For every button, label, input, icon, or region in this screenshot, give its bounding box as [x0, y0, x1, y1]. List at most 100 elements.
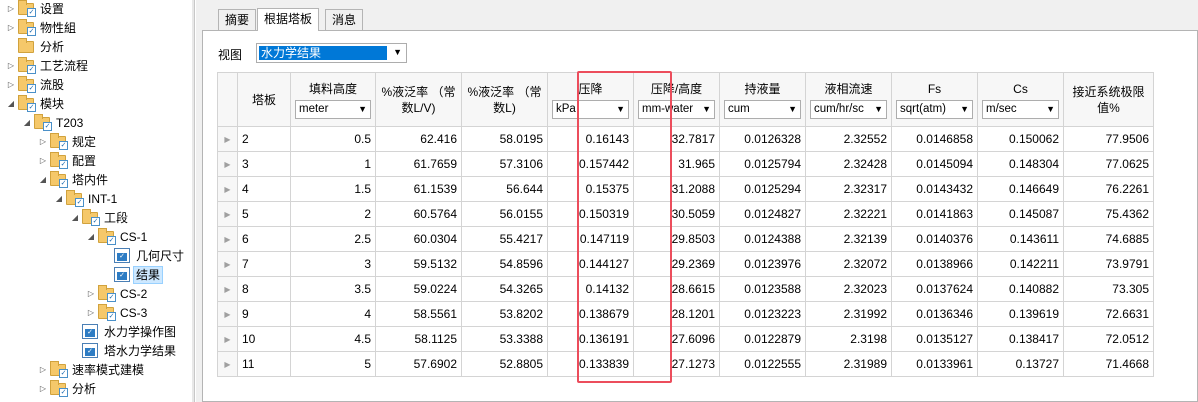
value-cell[interactable]: 0.136191 — [547, 326, 634, 352]
value-cell[interactable]: 0.0137624 — [891, 276, 978, 302]
value-cell[interactable]: 0.139619 — [977, 301, 1064, 327]
value-cell[interactable]: 73.305 — [1063, 276, 1154, 302]
expander-icon[interactable]: ▷ — [84, 306, 98, 320]
row-selector-icon[interactable]: ▶ — [217, 201, 238, 227]
unit-select[interactable]: cum/hr/sc ▼ — [810, 99, 887, 119]
table-row[interactable]: ▶ 4 1.5 61.1539 56.644 0.15375 31.2088 0.012529… — [217, 176, 1154, 202]
value-cell[interactable]: 57.6902 — [375, 351, 462, 377]
tree-item[interactable]: ◢ ✓ CS-1 — [84, 227, 150, 246]
row-selector-icon[interactable]: ▶ — [217, 326, 238, 352]
value-cell[interactable]: 4.5 — [290, 326, 376, 352]
tree-item[interactable]: ▷ ✓ 物性組 — [4, 18, 79, 37]
value-cell[interactable]: 0.15375 — [547, 176, 634, 202]
value-cell[interactable]: 0.0133961 — [891, 351, 978, 377]
tree-item[interactable]: ◢ ✓ INT-1 — [52, 189, 120, 208]
value-cell[interactable]: 2.31989 — [805, 351, 892, 377]
value-cell[interactable]: 0.146649 — [977, 176, 1064, 202]
table-row[interactable]: ▶ 3 1 61.7659 57.3106 0.157442 31.965 0.0125794… — [217, 151, 1154, 177]
value-cell[interactable]: 0.140882 — [977, 276, 1064, 302]
value-cell[interactable]: 72.6631 — [1063, 301, 1154, 327]
value-cell[interactable]: 2.31992 — [805, 301, 892, 327]
column-header[interactable]: 填料高度 meter ▼ — [290, 72, 376, 127]
tree-item[interactable]: 分析 — [4, 37, 67, 56]
value-cell[interactable]: 59.5132 — [375, 251, 462, 277]
table-row[interactable]: ▶ 7 3 59.5132 54.8596 0.144127 29.2369 0.012397… — [217, 251, 1154, 277]
tree-item[interactable]: ✓ 塔水力学结果 — [68, 341, 179, 360]
value-cell[interactable]: 0.0145094 — [891, 151, 978, 177]
value-cell[interactable]: 54.8596 — [461, 251, 548, 277]
value-cell[interactable]: 0.0125794 — [719, 151, 806, 177]
column-header[interactable]: 压降 kPa ▼ — [547, 72, 634, 127]
value-cell[interactable]: 58.5561 — [375, 301, 462, 327]
value-cell[interactable]: 55.4217 — [461, 226, 548, 252]
value-cell[interactable]: 30.5059 — [633, 201, 720, 227]
value-cell[interactable]: 0.147119 — [547, 226, 634, 252]
value-cell[interactable]: 0.5 — [290, 126, 376, 152]
stage-cell[interactable]: 3 — [237, 151, 291, 177]
value-cell[interactable]: 0.0124827 — [719, 201, 806, 227]
expander-icon[interactable]: ◢ — [52, 192, 66, 206]
value-cell[interactable]: 0.0140376 — [891, 226, 978, 252]
value-cell[interactable]: 2.32428 — [805, 151, 892, 177]
value-cell[interactable]: 0.0141863 — [891, 201, 978, 227]
table-row[interactable]: ▶ 6 2.5 60.0304 55.4217 0.147119 29.8503 0.0124… — [217, 226, 1154, 252]
value-cell[interactable]: 77.0625 — [1063, 151, 1154, 177]
value-cell[interactable]: 76.2261 — [1063, 176, 1154, 202]
column-header[interactable]: 接近系统极限值% — [1063, 72, 1154, 127]
value-cell[interactable]: 0.143611 — [977, 226, 1064, 252]
stage-cell[interactable]: 10 — [237, 326, 291, 352]
expander-icon[interactable]: ▷ — [4, 59, 18, 73]
tree-item[interactable]: ✓ 结果 — [100, 265, 164, 284]
value-cell[interactable]: 56.644 — [461, 176, 548, 202]
expander-icon[interactable]: ▷ — [4, 2, 18, 16]
value-cell[interactable]: 2.3198 — [805, 326, 892, 352]
tree-item[interactable]: ◢ ✓ 模块 — [4, 94, 67, 113]
stage-cell[interactable]: 9 — [237, 301, 291, 327]
view-select[interactable]: 水力学结果 ▼ — [256, 43, 407, 63]
row-selector-icon[interactable]: ▶ — [217, 251, 238, 277]
row-selector-icon[interactable]: ▶ — [217, 301, 238, 327]
value-cell[interactable]: 75.4362 — [1063, 201, 1154, 227]
expander-icon[interactable]: ◢ — [36, 173, 50, 187]
expander-icon[interactable]: ▷ — [36, 154, 50, 168]
value-cell[interactable]: 74.6885 — [1063, 226, 1154, 252]
column-header[interactable]: 持液量 cum ▼ — [719, 72, 806, 127]
value-cell[interactable]: 0.148304 — [977, 151, 1064, 177]
value-cell[interactable]: 53.8202 — [461, 301, 548, 327]
value-cell[interactable]: 0.0143432 — [891, 176, 978, 202]
tree-item[interactable]: ✓ 几何尺寸 — [100, 246, 187, 265]
value-cell[interactable]: 60.5764 — [375, 201, 462, 227]
value-cell[interactable]: 0.0122555 — [719, 351, 806, 377]
value-cell[interactable]: 27.1273 — [633, 351, 720, 377]
value-cell[interactable]: 5 — [290, 351, 376, 377]
value-cell[interactable]: 3 — [290, 251, 376, 277]
tree-item[interactable]: ▷ ✓ 设置 — [4, 0, 67, 18]
row-selector-icon[interactable]: ▶ — [217, 176, 238, 202]
value-cell[interactable]: 2.32552 — [805, 126, 892, 152]
value-cell[interactable]: 2.32317 — [805, 176, 892, 202]
value-cell[interactable]: 59.0224 — [375, 276, 462, 302]
tab-summary[interactable]: 摘要 — [218, 9, 257, 31]
value-cell[interactable]: 0.0146858 — [891, 126, 978, 152]
value-cell[interactable]: 0.133839 — [547, 351, 634, 377]
value-cell[interactable]: 2.32072 — [805, 251, 892, 277]
tree-item[interactable]: ◢ ✓ T203 — [20, 113, 86, 132]
tree-item[interactable]: ✓ 水力学操作图 — [68, 322, 179, 341]
stage-cell[interactable]: 6 — [237, 226, 291, 252]
tree-item[interactable]: ◢ ✓ 塔内件 — [36, 170, 111, 189]
unit-select[interactable]: mm-water ▼ — [638, 99, 715, 119]
value-cell[interactable]: 31.2088 — [633, 176, 720, 202]
value-cell[interactable]: 0.0124388 — [719, 226, 806, 252]
expander-icon[interactable]: ◢ — [20, 116, 34, 130]
value-cell[interactable]: 2 — [290, 201, 376, 227]
stage-cell[interactable]: 11 — [237, 351, 291, 377]
value-cell[interactable]: 4 — [290, 301, 376, 327]
value-cell[interactable]: 60.0304 — [375, 226, 462, 252]
value-cell[interactable]: 0.144127 — [547, 251, 634, 277]
value-cell[interactable]: 0.0123588 — [719, 276, 806, 302]
stage-cell[interactable]: 7 — [237, 251, 291, 277]
value-cell[interactable]: 62.416 — [375, 126, 462, 152]
value-cell[interactable]: 31.965 — [633, 151, 720, 177]
tree-item[interactable]: ▷ ✓ 工艺流程 — [4, 56, 91, 75]
value-cell[interactable]: 77.9506 — [1063, 126, 1154, 152]
